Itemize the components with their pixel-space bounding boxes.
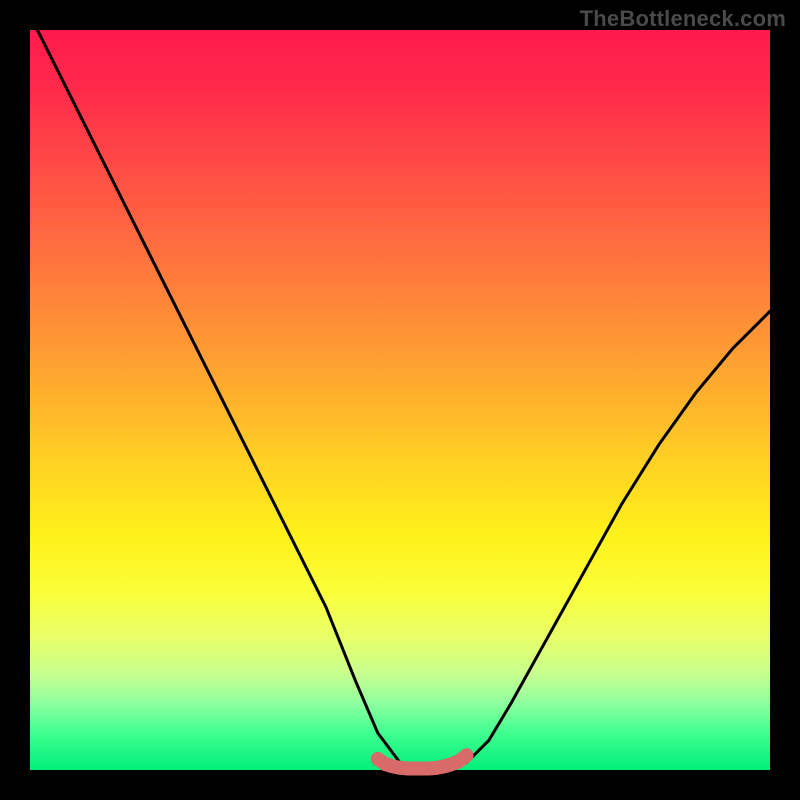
watermark-text: TheBottleneck.com — [580, 6, 786, 32]
plot-area — [30, 30, 770, 770]
bottleneck-curve — [30, 15, 770, 770]
flat-zone-marker — [378, 755, 467, 768]
chart-svg — [30, 30, 770, 770]
chart-frame: TheBottleneck.com — [0, 0, 800, 800]
